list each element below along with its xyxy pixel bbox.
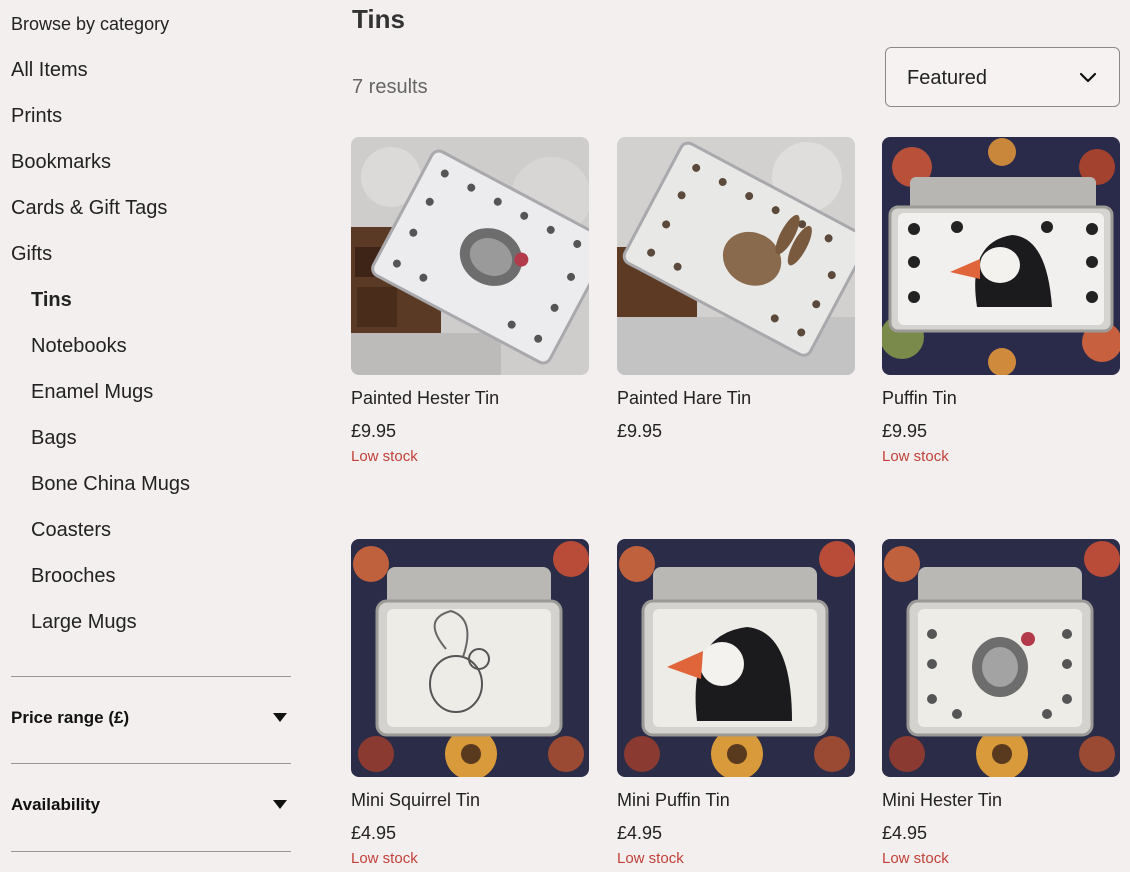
subcategory-large-mugs[interactable]: Large Mugs: [31, 611, 137, 634]
product-name[interactable]: Mini Puffin Tin: [617, 790, 730, 811]
divider: [11, 763, 291, 764]
category-cards-gift-tags[interactable]: Cards & Gift Tags: [11, 197, 167, 220]
product-name[interactable]: Mini Squirrel Tin: [351, 790, 480, 811]
category-bookmarks[interactable]: Bookmarks: [11, 151, 111, 174]
product-price: £9.95: [351, 421, 397, 441]
stock-badge: Low stock: [882, 448, 949, 465]
divider: [11, 851, 291, 852]
subcategory-bags[interactable]: Bags: [31, 427, 77, 450]
chevron-down-icon: [1079, 72, 1097, 83]
category-prints[interactable]: Prints: [11, 105, 62, 128]
divider: [11, 676, 291, 677]
price-range-label: Price range (£): [11, 708, 130, 727]
product-name[interactable]: Puffin Tin: [882, 388, 957, 409]
subcategory-notebooks[interactable]: Notebooks: [31, 335, 127, 358]
category-gifts[interactable]: Gifts: [11, 243, 52, 266]
sort-value: Featured: [907, 67, 988, 89]
subcategory-brooches[interactable]: Brooches: [31, 565, 116, 588]
subcategory-coasters[interactable]: Coasters: [31, 519, 111, 542]
product-image[interactable]: [882, 137, 1120, 375]
product-name[interactable]: Painted Hare Tin: [617, 388, 751, 409]
product-image[interactable]: [351, 137, 589, 375]
caret-down-icon: [273, 713, 287, 722]
stock-badge: Low stock: [351, 448, 418, 465]
category-all-items[interactable]: All Items: [11, 59, 88, 82]
product-image[interactable]: [351, 539, 589, 777]
stock-badge: Low stock: [882, 850, 949, 867]
availability-filter[interactable]: Availability: [11, 785, 291, 825]
product-price: £4.95: [617, 823, 663, 843]
product-image[interactable]: [617, 137, 855, 375]
product-name[interactable]: Mini Hester Tin: [882, 790, 1002, 811]
caret-down-icon: [273, 800, 287, 809]
subcategory-tins[interactable]: Tins: [31, 289, 72, 312]
stock-badge: Low stock: [617, 850, 684, 867]
availability-label: Availability: [11, 795, 101, 814]
product-image[interactable]: [617, 539, 855, 777]
product-price: £9.95: [882, 421, 928, 441]
results-count: 7 results: [352, 76, 428, 98]
product-name[interactable]: Painted Hester Tin: [351, 388, 499, 409]
subcategory-enamel-mugs[interactable]: Enamel Mugs: [31, 381, 153, 404]
product-price: £4.95: [882, 823, 928, 843]
sort-select[interactable]: Featured: [885, 47, 1120, 107]
page-title: Tins: [352, 4, 405, 34]
stock-badge: Low stock: [351, 850, 418, 867]
product-image[interactable]: [882, 539, 1120, 777]
product-price: £4.95: [351, 823, 397, 843]
price-range-filter[interactable]: Price range (£): [11, 698, 291, 738]
subcategory-bone-china-mugs[interactable]: Bone China Mugs: [31, 473, 190, 496]
product-price: £9.95: [617, 421, 663, 441]
browse-heading: Browse by category: [11, 14, 170, 34]
